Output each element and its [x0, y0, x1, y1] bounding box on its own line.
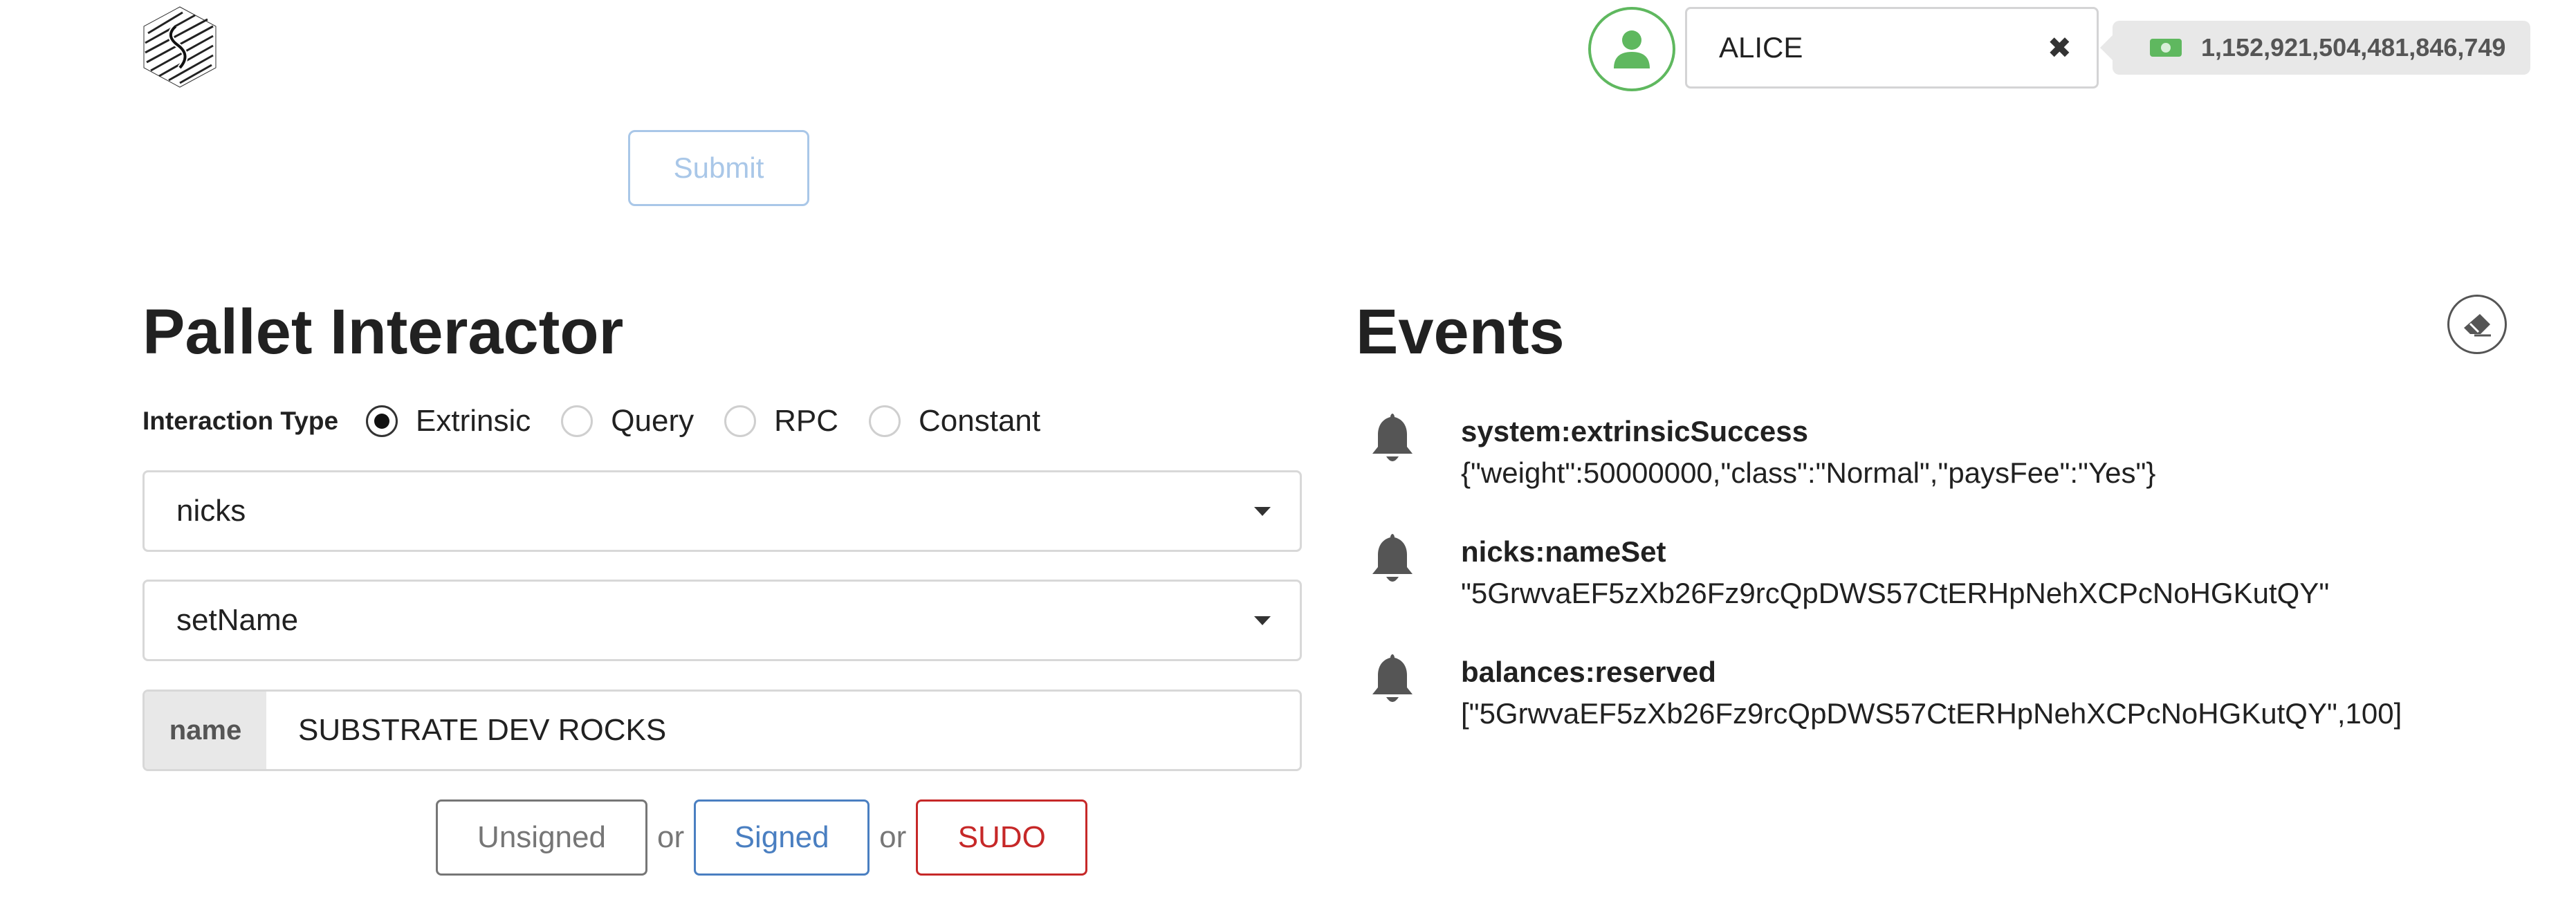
or-label: or: [657, 820, 685, 854]
eraser-icon: [2464, 314, 2491, 337]
radio-constant[interactable]: Constant: [869, 404, 1040, 438]
bell-icon: [1372, 654, 1413, 702]
or-label: or: [879, 820, 907, 854]
event-detail: "5GrwvaEF5zXb26Fz9rcQpDWS57CtERHpNehXCPc…: [1461, 577, 2330, 609]
bell-icon: [1372, 534, 1413, 582]
radio-label: Extrinsic: [416, 404, 531, 438]
radio-label: Query: [611, 404, 694, 438]
account-avatar[interactable]: [1588, 7, 1675, 91]
param-input-group: name SUBSTRATE DEV ROCKS: [142, 690, 1302, 771]
radio-label: Constant: [919, 404, 1041, 438]
event-item: system:extrinsicSuccess {"weight":500000…: [1368, 411, 2155, 494]
interaction-type-label: Interaction Type: [142, 407, 339, 435]
sudo-button[interactable]: SUDO: [916, 799, 1088, 876]
event-name: nicks:nameSet: [1461, 535, 1666, 568]
radio-query[interactable]: Query: [561, 404, 694, 438]
pallet-value: nicks: [176, 494, 246, 528]
radio-rpc[interactable]: RPC: [724, 404, 838, 438]
param-label: name: [145, 692, 266, 769]
close-icon[interactable]: ✖: [2048, 31, 2072, 65]
clear-events-button[interactable]: [2447, 295, 2507, 354]
pallet-interactor-title: Pallet Interactor: [142, 297, 624, 367]
event-detail: {"weight":50000000,"class":"Normal","pay…: [1461, 456, 2156, 489]
event-name: system:extrinsicSuccess: [1461, 415, 1808, 447]
callable-dropdown[interactable]: setName: [142, 580, 1302, 661]
bell-icon: [1372, 414, 1413, 461]
radio-button[interactable]: [869, 405, 901, 437]
money-icon: [2150, 39, 2182, 57]
signed-button[interactable]: Signed: [694, 799, 870, 876]
callable-value: setName: [176, 603, 299, 637]
radio-button[interactable]: [561, 405, 594, 437]
substrate-logo-icon: [141, 6, 219, 89]
event-item: nicks:nameSet "5GrwvaEF5zXb26Fz9rcQpDWS5…: [1368, 531, 2329, 614]
caret-down-icon: [1254, 616, 1271, 625]
user-icon: [1614, 30, 1650, 68]
interaction-type-group: Interaction Type Extrinsic Query RPC Con…: [142, 397, 1071, 445]
balance-value: 1,152,921,504,481,846,749: [2201, 33, 2506, 62]
submit-button[interactable]: Submit: [628, 130, 809, 206]
account-name: ALICE: [1719, 31, 1803, 64]
event-item: balances:reserved ["5GrwvaEF5zXb26Fz9rcQ…: [1368, 651, 2402, 734]
pallet-dropdown[interactable]: nicks: [142, 470, 1302, 552]
param-value: SUBSTRATE DEV ROCKS: [298, 713, 667, 747]
account-select[interactable]: ALICE ✖: [1685, 7, 2099, 89]
radio-button[interactable]: [724, 405, 757, 437]
balance-badge: 1,152,921,504,481,846,749: [2099, 21, 2531, 75]
radio-extrinsic[interactable]: Extrinsic: [366, 404, 531, 438]
param-input[interactable]: SUBSTRATE DEV ROCKS: [266, 692, 1300, 769]
caret-down-icon: [1254, 507, 1271, 516]
event-detail: ["5GrwvaEF5zXb26Fz9rcQpDWS57CtERHpNehXCP…: [1461, 697, 2402, 730]
unsigned-button[interactable]: Unsigned: [436, 799, 647, 876]
sign-button-group: Unsigned or Signed or SUDO: [436, 799, 1088, 876]
event-name: balances:reserved: [1461, 656, 1716, 688]
events-title: Events: [1356, 297, 1565, 367]
radio-label: RPC: [774, 404, 839, 438]
radio-button-checked[interactable]: [366, 405, 398, 437]
